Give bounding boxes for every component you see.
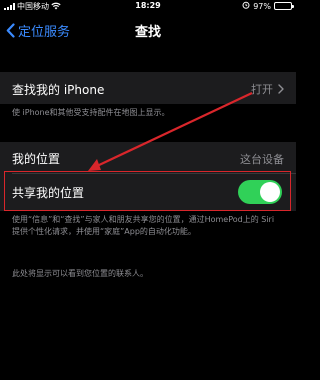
- contacts-note: 此处将显示可以看到您位置的联系人。: [12, 269, 148, 278]
- find-my-iphone-row[interactable]: 查找我的 iPhone 打开: [0, 72, 296, 104]
- find-my-iphone-label: 查找我的 iPhone: [12, 83, 105, 97]
- status-right: 97%: [242, 1, 294, 11]
- annotation-highlight-box: [4, 171, 291, 211]
- find-my-iphone-footer: 使 iPhone和其他受支持配件在地图上显示。: [12, 108, 170, 117]
- battery-percent: 97%: [253, 1, 271, 11]
- chevron-right-icon: [278, 84, 284, 94]
- page-title: 查找: [134, 25, 161, 40]
- share-location-footer: 使用“信息”和“查找”与家人和朋友共享您的位置，通过HomePod上的 Siri…: [12, 215, 275, 236]
- alarm-icon: [242, 1, 250, 11]
- my-location-value: 这台设备: [240, 153, 284, 166]
- find-my-iphone-value: 打开: [251, 81, 284, 97]
- my-location-row[interactable]: 我的位置 这台设备: [0, 142, 296, 173]
- navigation-bar: 定位服务 查找: [0, 13, 296, 47]
- find-my-iphone-status: 打开: [251, 83, 273, 96]
- battery-icon: [274, 2, 294, 10]
- status-bar: 中国移动 18:29 97%: [0, 0, 296, 13]
- my-location-label: 我的位置: [12, 152, 61, 166]
